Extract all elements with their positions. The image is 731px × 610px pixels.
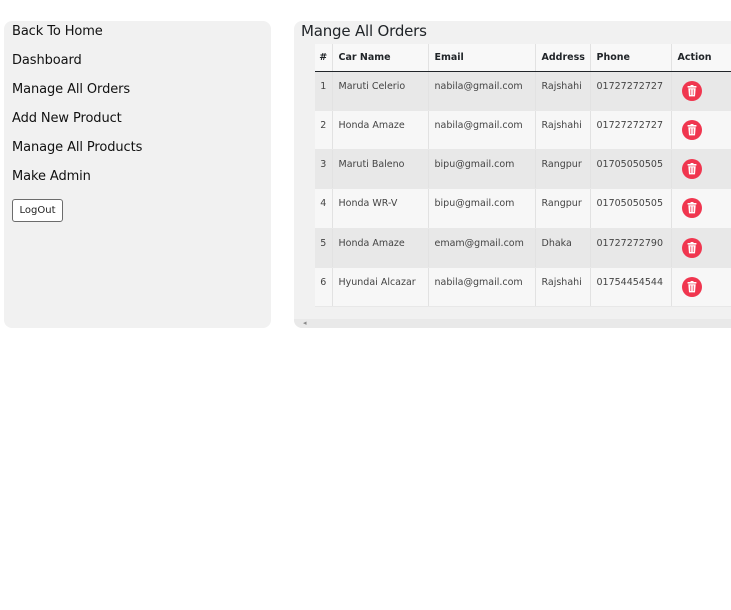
cell-number: 6	[315, 267, 333, 308]
cell-action	[671, 188, 731, 229]
cell-phone: 01754454544	[590, 267, 672, 308]
nav-dashboard[interactable]: Dashboard	[12, 53, 263, 82]
trash-icon	[687, 84, 696, 96]
nav-add-new-product[interactable]: Add New Product	[12, 111, 263, 140]
cell-email: nabila@gmail.com	[428, 110, 536, 151]
cell-action	[671, 110, 731, 151]
cell-address: Rangpur	[535, 149, 591, 190]
cell-action	[671, 71, 731, 111]
cell-email: bipu@gmail.com	[428, 188, 536, 229]
trash-icon	[687, 123, 696, 136]
cell-address: Rajshahi	[535, 71, 591, 111]
cell-phone: 01727272727	[590, 71, 672, 111]
delete-order-button[interactable]	[681, 198, 702, 219]
cell-address: Rajshahi	[535, 267, 591, 308]
delete-order-button[interactable]	[681, 237, 702, 258]
cell-phone: 01705050505	[590, 149, 672, 190]
trash-icon	[687, 280, 696, 293]
delete-order-button[interactable]	[681, 119, 702, 140]
cell-car-name: Honda Amaze	[332, 228, 429, 268]
orders-table-wrapper: # Car Name Email Address Phone Action 1M…	[315, 44, 731, 308]
cell-address: Rangpur	[535, 188, 591, 229]
cell-number: 3	[315, 149, 333, 190]
trash-icon	[687, 163, 696, 175]
page-title: Mange All Orders	[301, 22, 427, 40]
cell-phone: 01705050505	[590, 188, 672, 229]
delete-order-button[interactable]	[681, 159, 702, 180]
table-row: 4 Honda WR-V bipu@gmail.com Rangpur 01705050…	[315, 188, 731, 229]
cell-car-name: Maruti Baleno	[332, 149, 429, 190]
cell-email: emam@gmail.com	[428, 228, 536, 268]
header-address: Address	[535, 44, 591, 72]
table-row: 5 Honda Amaze emam@gmail.com Dhaka 017272727…	[315, 228, 731, 268]
header-email: Email	[428, 44, 536, 72]
cell-number: 1	[315, 71, 333, 111]
cell-number: 5	[315, 228, 333, 268]
nav-manage-all-products[interactable]: Manage All Products	[12, 140, 263, 169]
scroll-left-arrow-icon[interactable]: ◂	[303, 319, 307, 328]
table-header-row: # Car Name Email Address Phone Action	[315, 44, 731, 72]
trash-icon	[687, 202, 696, 214]
logout-button[interactable]: LogOut	[12, 199, 63, 222]
sidebar: Back To Home Dashboard Manage All Orders…	[4, 21, 271, 328]
cell-email: nabila@gmail.com	[428, 267, 536, 308]
cell-phone: 01727272727	[590, 110, 672, 151]
nav-back-to-home[interactable]: Back To Home	[12, 24, 263, 53]
header-car-name: Car Name	[332, 44, 429, 72]
cell-email: bipu@gmail.com	[428, 149, 536, 190]
cell-car-name: Maruti Celerio	[332, 71, 429, 111]
cell-car-name: Hyundai Alcazar	[332, 267, 429, 308]
cell-email: nabila@gmail.com	[428, 71, 536, 111]
horizontal-scrollbar[interactable]: ◂	[294, 319, 731, 328]
cell-action	[671, 228, 731, 268]
header-number: #	[315, 44, 333, 72]
orders-table: # Car Name Email Address Phone Action 1M…	[315, 44, 731, 308]
cell-action	[671, 267, 731, 308]
nav-make-admin[interactable]: Make Admin	[12, 169, 263, 198]
table-row: 3 Maruti Baleno bipu@gmail.com Rangpur 01705…	[315, 149, 731, 190]
cell-action	[671, 149, 731, 190]
cell-car-name: Honda WR-V	[332, 188, 429, 229]
header-phone: Phone	[590, 44, 672, 72]
table-row: 1 Maruti Celerio nabila@gmail.com Rajshahi 0…	[315, 71, 731, 111]
cell-number: 4	[315, 188, 333, 229]
cell-address: Rajshahi	[535, 110, 591, 151]
cell-car-name: Honda Amaze	[332, 110, 429, 151]
cell-number: 2	[315, 110, 333, 151]
delete-order-button[interactable]	[681, 80, 702, 101]
trash-icon	[687, 241, 696, 254]
delete-order-button[interactable]	[681, 276, 702, 297]
cell-address: Dhaka	[535, 228, 591, 268]
cell-phone: 01727272790	[590, 228, 672, 268]
main-panel: Mange All Orders # Car Name Email Addres…	[294, 21, 731, 328]
table-row: 6 Hyundai Alcazar nabila@gmail.com Rajshahi…	[315, 267, 731, 308]
nav-manage-all-orders[interactable]: Manage All Orders	[12, 82, 263, 111]
table-row: 2 Honda Amaze nabila@gmail.com Rajshahi 0172…	[315, 110, 731, 151]
header-action: Action	[671, 44, 731, 72]
